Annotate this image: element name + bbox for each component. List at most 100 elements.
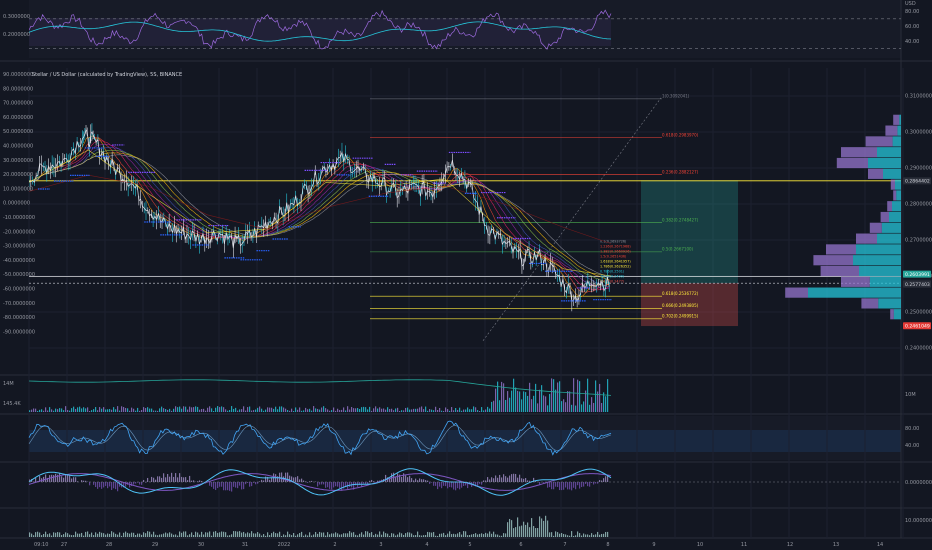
volume-bar xyxy=(205,410,207,412)
volume-bar xyxy=(315,408,317,412)
volume-bar xyxy=(551,378,553,412)
macd-histogram-bar xyxy=(141,482,143,485)
macd-histogram-bar xyxy=(511,474,513,482)
left-axis-tick: 80.0000000 xyxy=(3,86,33,92)
histogram-bar xyxy=(163,533,165,537)
macd-histogram-bar xyxy=(509,475,511,482)
volume-bar xyxy=(217,406,219,412)
macd-histogram-bar xyxy=(161,477,163,482)
histogram-bar xyxy=(517,517,519,537)
histogram-bar xyxy=(383,531,385,537)
volume-bar xyxy=(293,410,295,412)
histogram-bar xyxy=(271,533,273,537)
histogram-bar xyxy=(131,532,133,537)
volume-bar xyxy=(275,406,277,412)
histogram-bar xyxy=(587,534,589,537)
histogram-bar xyxy=(529,527,531,537)
volume-bar xyxy=(257,407,259,412)
histogram-bar xyxy=(89,534,91,537)
price-axis-tick: 0.3000000 xyxy=(905,130,932,136)
histogram-bar xyxy=(145,533,147,537)
histogram-bar xyxy=(533,526,535,537)
macd-histogram-bar xyxy=(139,482,141,485)
histogram-bar xyxy=(215,531,217,537)
volume-bar xyxy=(107,409,109,412)
histogram-bar xyxy=(395,535,397,537)
histogram-bar xyxy=(277,533,279,537)
histogram-bar xyxy=(45,531,47,537)
volume-profile-buy-bar xyxy=(869,276,901,287)
volume-bar xyxy=(587,378,589,412)
left-axis-tick: -60.0000000 xyxy=(3,287,35,293)
histogram-bar xyxy=(329,534,331,537)
histogram-bar xyxy=(135,534,137,537)
volume-bar xyxy=(203,408,205,412)
histogram-bar xyxy=(37,531,39,537)
volume-bar xyxy=(139,410,141,412)
macd-histogram-bar xyxy=(217,482,219,489)
macd-histogram-bar xyxy=(521,478,523,482)
volume-bar xyxy=(337,408,339,412)
histogram-bar xyxy=(461,534,463,537)
volume-bar xyxy=(111,409,113,412)
macd-histogram-bar xyxy=(183,477,185,482)
histogram-bar xyxy=(387,533,389,537)
macd-histogram-bar xyxy=(573,482,575,488)
macd-histogram-bar xyxy=(543,482,545,483)
macd-histogram-bar xyxy=(551,482,553,490)
volume-bar xyxy=(559,381,561,412)
macd-histogram-bar xyxy=(555,482,557,487)
volume-bar xyxy=(121,406,123,412)
histogram-bar xyxy=(227,535,229,537)
macd-histogram-bar xyxy=(407,477,409,482)
histogram-bar xyxy=(391,533,393,537)
fib-level-label: 0.5(0.2667100) xyxy=(662,247,694,252)
left-axis-tick: -90.0000000 xyxy=(3,329,35,335)
histogram-bar xyxy=(159,534,161,537)
volume-bar xyxy=(43,410,45,412)
macd-histogram-bar xyxy=(339,482,341,489)
left-axis-tick: -40.0000000 xyxy=(3,258,35,264)
volume-bar xyxy=(177,407,179,412)
macd-histogram-bar xyxy=(427,480,429,482)
price-axis-tick: 0.2900000 xyxy=(905,166,932,172)
histogram-bar xyxy=(465,531,467,537)
histogram-bar xyxy=(583,533,585,537)
macd-histogram-bar xyxy=(99,482,101,488)
volume-bar xyxy=(427,410,429,412)
volume-bar xyxy=(31,409,33,412)
histogram-bar xyxy=(303,535,305,537)
histogram-bar xyxy=(91,532,93,537)
volume-profile-sell-bar xyxy=(826,244,856,255)
histogram-bar xyxy=(467,535,469,537)
volume-bar xyxy=(375,406,377,412)
volume-bar xyxy=(569,391,571,412)
histogram-bar xyxy=(181,532,183,537)
macd-histogram-bar xyxy=(333,482,335,488)
histogram-bar xyxy=(527,522,529,537)
volume-bar xyxy=(567,391,569,412)
macd-histogram-bar xyxy=(67,474,69,482)
histogram-bar xyxy=(475,533,477,537)
volume-bar xyxy=(463,409,465,412)
histogram-bar xyxy=(439,533,441,537)
volume-bar xyxy=(499,400,501,412)
macd-histogram-bar xyxy=(325,482,327,488)
histogram-bar xyxy=(557,532,559,537)
macd-histogram-bar xyxy=(607,475,609,482)
histogram-bar xyxy=(253,533,255,537)
histogram-bar xyxy=(553,535,555,537)
trading-chart[interactable]: 1(0.3092041) 0.618(0.2983970) 0.236(0.2882… xyxy=(0,0,932,550)
macd-histogram-bar xyxy=(401,476,403,482)
histogram-bar xyxy=(177,535,179,537)
volume-bar xyxy=(113,407,115,412)
volume-bar xyxy=(87,407,89,412)
histogram-bar xyxy=(199,534,201,537)
histogram-bar xyxy=(71,535,73,537)
x-axis-tick: 7 xyxy=(563,542,566,548)
histogram-bar xyxy=(315,531,317,537)
histogram-bar xyxy=(193,535,195,537)
histogram-bar xyxy=(129,533,131,537)
histogram-bar xyxy=(571,531,573,537)
histogram-bar xyxy=(505,533,507,537)
